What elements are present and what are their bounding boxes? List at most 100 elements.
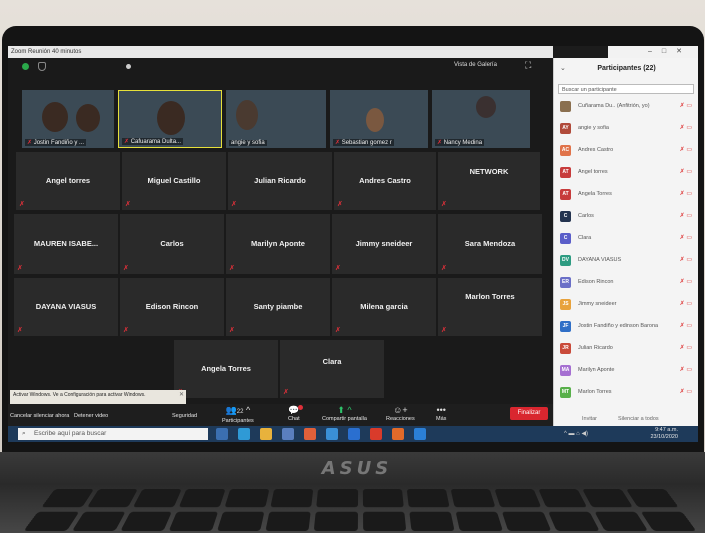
laptop-screen: Zoom Reunión 40 minutos –□✕ Vista de Gal… [8,46,698,442]
participants-button[interactable]: 👥22 ^ Participantes [222,405,254,424]
video-tile[interactable]: ✗ Nancy Medina [432,90,530,148]
clock-date: 23/10/2020 [650,434,678,440]
name-tile[interactable]: Andres Castro ✗ [334,152,436,210]
pdf-icon[interactable] [370,428,382,440]
participant-row[interactable]: MT Marlon Torres ✗ ▭ [558,384,696,400]
clock[interactable]: 9:47 a.m. 23/10/2020 [598,427,678,441]
stop-video-button[interactable]: Detener video [74,413,108,419]
participant-row[interactable]: DV DAYANA VIASUS ✗ ▭ [558,252,696,268]
muted-mic-icon[interactable]: ✗ ▭ [680,300,692,307]
muted-mic-icon[interactable]: ✗ ▭ [680,146,692,153]
muted-mic-icon[interactable]: ✗ ▭ [680,168,692,175]
name-tile[interactable]: Edison Rincon ✗ [120,278,224,336]
fullscreen-icon[interactable]: ⛶ [525,60,531,71]
name-tile[interactable]: DAYANA VIASUS ✗ [14,278,118,336]
name-tile[interactable]: Angel torres ✗ [16,152,120,210]
close-icon[interactable]: ✕ [179,392,184,398]
participants-panel: ⌄ Participantes (22) Buscar un participa… [553,58,698,426]
participant-row[interactable]: MA Marilyn Aponte ✗ ▭ [558,362,696,378]
zoom-icon[interactable] [348,428,360,440]
tile-name: Edison Rincon [145,302,199,312]
name-tile[interactable]: MAUREN ISABE... ✗ [14,214,118,274]
brand-logo: ASUS [321,458,393,479]
participant-row[interactable]: AT Angela Torres ✗ ▭ [558,186,696,202]
participant-row[interactable]: Cuñarama Du.. (Anfitrión, yo) ✗ ▭ [558,98,696,114]
edge-icon[interactable] [238,428,250,440]
muted-mic-icon: ✗ [441,201,447,208]
participant-row[interactable]: AY angie y sofia ✗ ▭ [558,120,696,136]
tile-name: Angela Torres [201,364,251,374]
muted-mic-icon[interactable]: ✗ ▭ [680,366,692,373]
share-screen-button[interactable]: ⬆ ^ Compartir pantalla [322,405,367,422]
task-view-icon[interactable] [216,428,228,440]
video-tile-active-speaker[interactable]: ✗ Cafuarama Dulta... [118,90,222,148]
store-icon[interactable] [282,428,294,440]
muted-mic-icon: ✗ [123,265,129,272]
name-tile[interactable]: NETWORK ✗ [438,152,540,210]
unmute-button[interactable]: Cancelar silenciar ahora [10,413,69,419]
participant-search-input[interactable]: Buscar un participante [558,84,694,94]
chat-badge [298,405,303,410]
name-tile[interactable]: Clara ✗ [280,340,384,398]
name-tile[interactable]: Marilyn Aponte ✗ [226,214,330,274]
name-tile[interactable]: Jimmy sneideer ✗ [332,214,436,274]
name-tile[interactable]: Carlos ✗ [120,214,224,274]
chevron-down-icon[interactable]: ⌄ [560,58,566,80]
name-tile[interactable]: Sara Mendoza ✗ [438,214,542,274]
participant-row[interactable]: JR Julian Ricardo ✗ ▭ [558,340,696,356]
participant-row[interactable]: JF Jostin Fandiño y edinson Barona ✗ ▭ [558,318,696,334]
name-tile[interactable]: Julian Ricardo ✗ [228,152,332,210]
security-button[interactable]: Seguridad [172,413,197,419]
muted-mic-icon[interactable]: ✗ ▭ [680,278,692,285]
video-tile[interactable]: ✗ Sebastian gomez r [330,90,428,148]
system-tray-icons[interactable]: ^ ▬ ⌂ ◀) [564,430,588,437]
end-meeting-button[interactable]: Finalizar [510,407,548,420]
name-tile[interactable]: Marlon Torres ✗ [438,278,542,336]
tile-name-text: Jostin Fandiño y ... [33,140,85,146]
muted-mic-icon[interactable]: ✗ ▭ [680,256,692,263]
chat-button[interactable]: 💬 Chat [288,405,303,422]
firefox-icon[interactable] [304,428,316,440]
keyboard-key [179,489,226,507]
name-tile[interactable]: Miguel Castillo ✗ [122,152,226,210]
participant-row[interactable]: AT Angel torres ✗ ▭ [558,164,696,180]
word-icon[interactable] [414,428,426,440]
participant-row[interactable]: C Carlos ✗ ▭ [558,208,696,224]
mail-icon[interactable] [326,428,338,440]
mute-all-button[interactable]: Silenciar a todos [618,412,659,426]
connection-icon[interactable] [22,63,29,70]
taskbar-search-placeholder: Escribe aquí para buscar [34,430,107,437]
participant-face [157,101,185,135]
participant-row[interactable]: JS Jimmy sneideer ✗ ▭ [558,296,696,312]
window-controls[interactable]: –□✕ [608,46,698,58]
muted-mic-icon[interactable]: ✗ ▭ [680,234,692,241]
app-icon[interactable] [392,428,404,440]
muted-mic-icon[interactable]: ✗ ▭ [680,102,692,109]
muted-mic-icon[interactable]: ✗ ▭ [680,124,692,131]
muted-mic-icon[interactable]: ✗ ▭ [680,212,692,219]
muted-mic-icon: ✗ [27,140,33,146]
keyboard-key [362,511,406,531]
more-button[interactable]: ••• Más [436,405,446,422]
avatar: AT [560,189,571,200]
invite-button[interactable]: Invitar [582,412,597,426]
security-shield-icon[interactable] [38,62,46,71]
reactions-button[interactable]: ☺+ Reacciones [386,405,415,422]
tile-name: Miguel Castillo [147,176,201,186]
participant-row[interactable]: ER Edison Rincon ✗ ▭ [558,274,696,290]
participant-row[interactable]: AC Andres Castro ✗ ▭ [558,142,696,158]
gallery-view-button[interactable]: Vista de Galería [454,62,497,68]
name-tile[interactable]: Milena garcia ✗ [332,278,436,336]
participant-row[interactable]: C Clara ✗ ▭ [558,230,696,246]
name-tile[interactable]: Angela Torres✗ [174,340,278,398]
muted-mic-icon[interactable]: ✗ ▭ [680,190,692,197]
file-explorer-icon[interactable] [260,428,272,440]
name-tile[interactable]: Santy piambe ✗ [226,278,330,336]
muted-mic-icon[interactable]: ✗ ▭ [680,322,692,329]
tile-name: ✗ Nancy Medina [435,139,485,146]
video-tile[interactable]: angie y sofia [226,90,326,148]
video-tile[interactable]: ✗ Jostin Fandiño y ... [22,90,114,148]
muted-mic-icon[interactable]: ✗ ▭ [680,344,692,351]
muted-mic-icon[interactable]: ✗ ▭ [680,388,692,395]
taskbar-search-input[interactable]: ⌕ Escribe aquí para buscar [18,428,208,440]
